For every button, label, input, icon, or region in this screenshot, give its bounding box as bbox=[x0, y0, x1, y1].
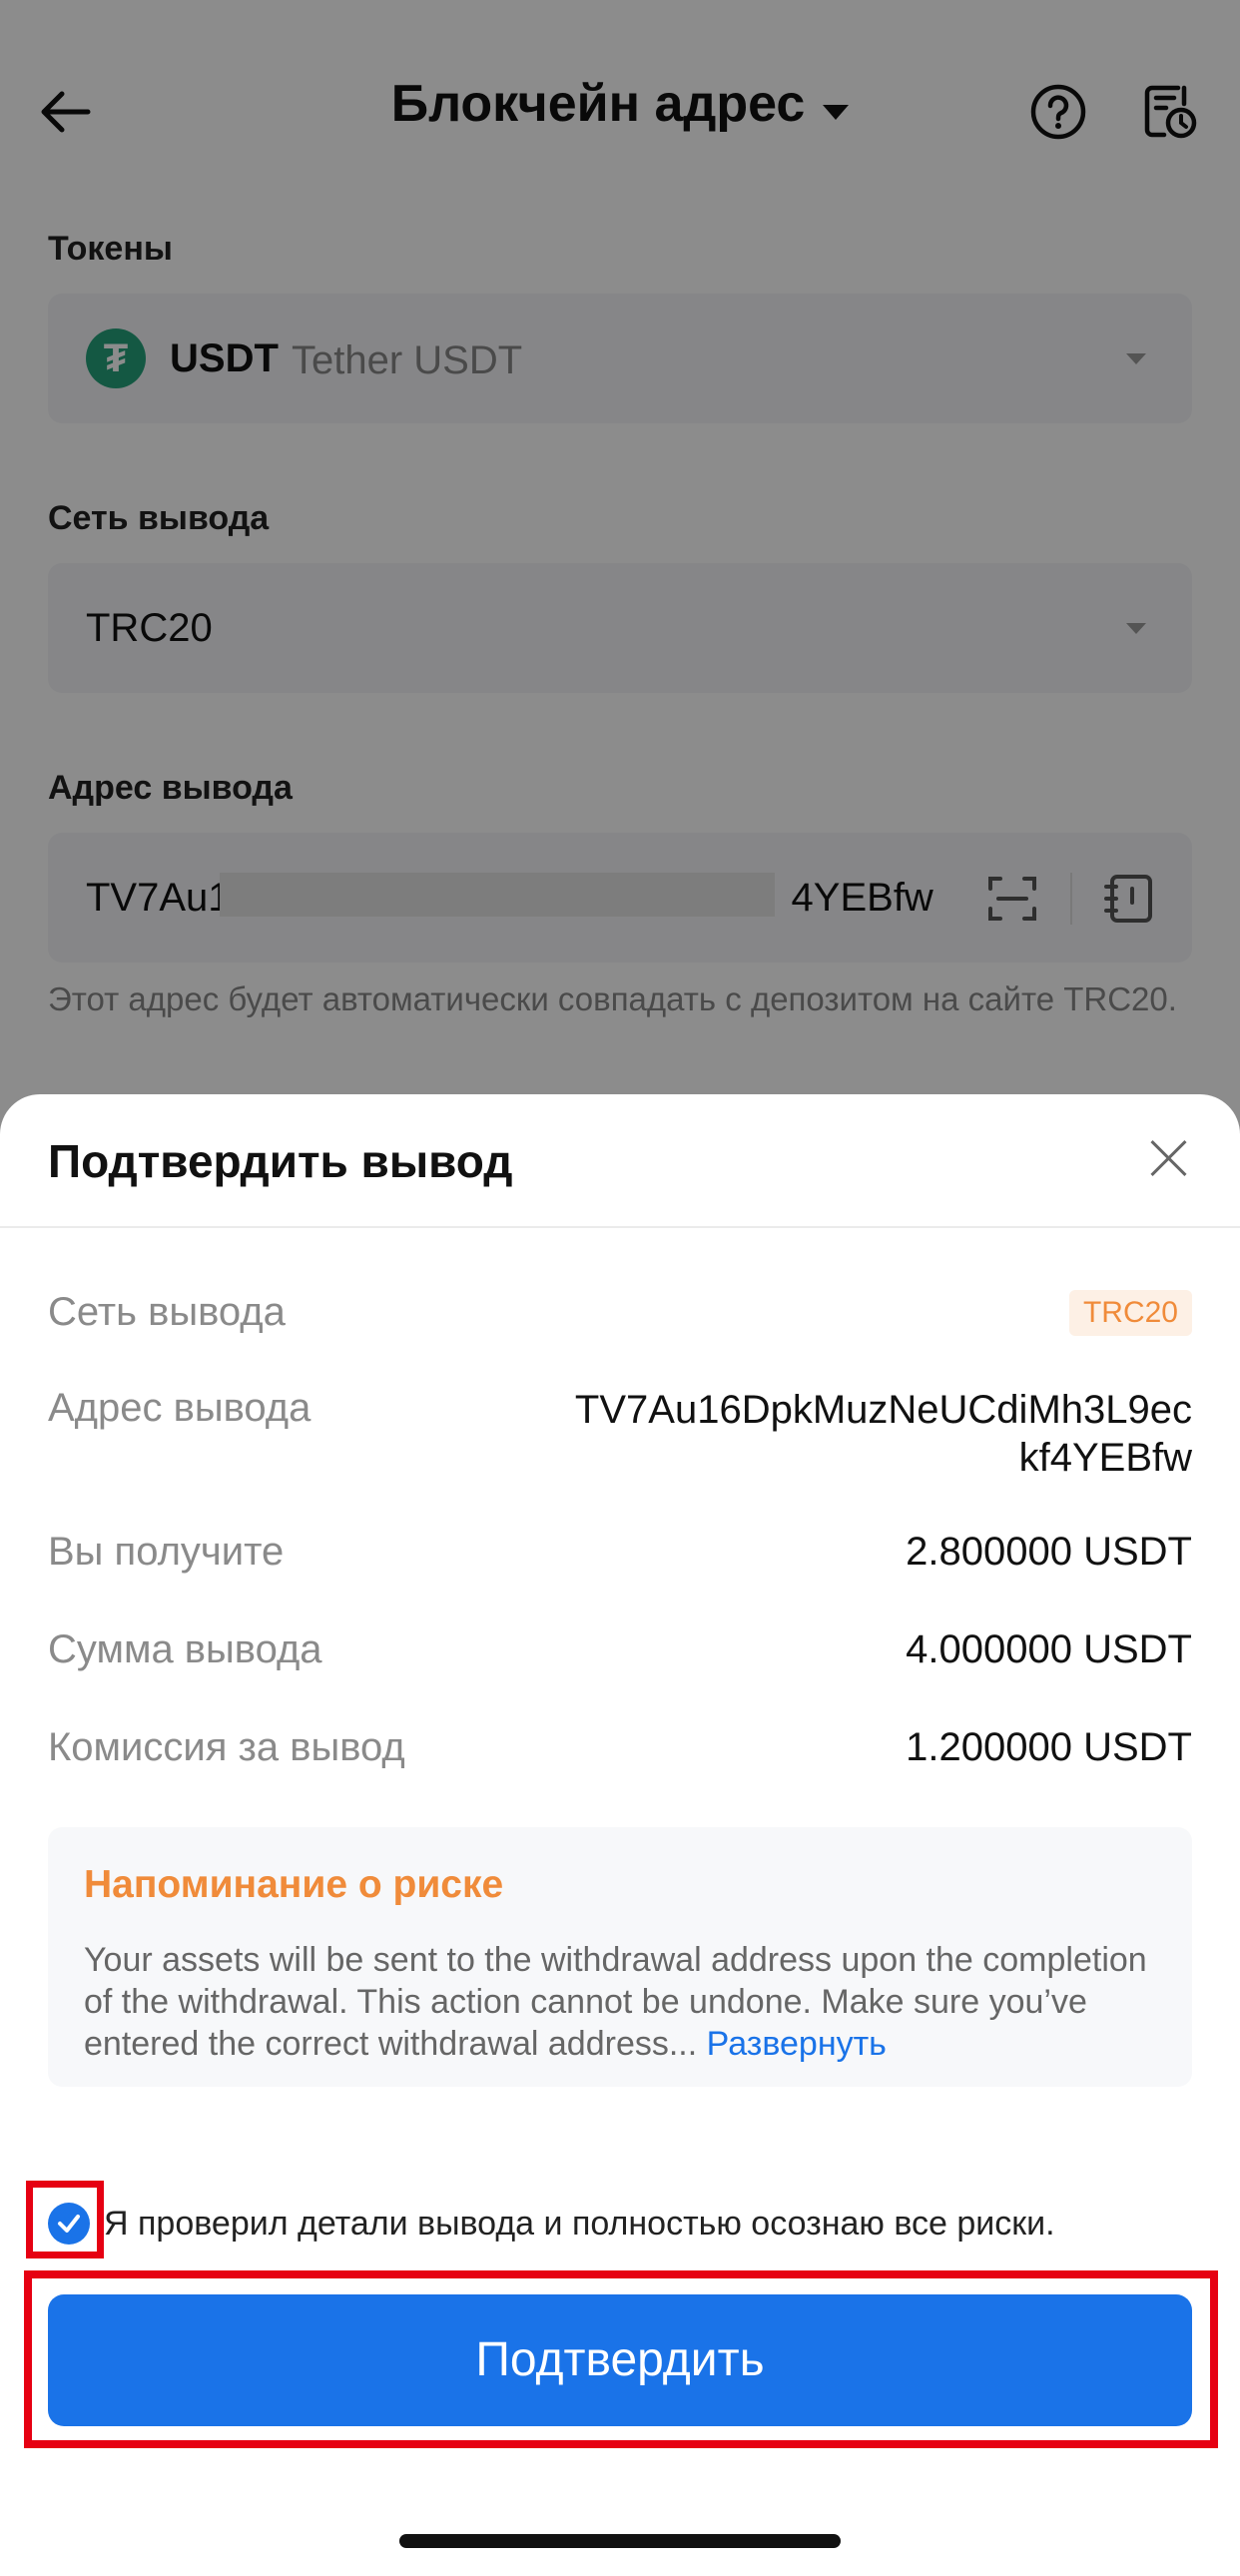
receive-row-value: 2.800000 USDT bbox=[906, 1530, 1192, 1574]
close-icon[interactable] bbox=[1148, 1138, 1188, 1178]
checkmark-icon bbox=[58, 2215, 80, 2233]
network-badge: TRC20 bbox=[1068, 1290, 1192, 1336]
risk-ack-label[interactable]: Я проверил детали вывода и полностью осо… bbox=[104, 2205, 1055, 2244]
risk-reminder-box: Напоминание о риске Your assets will be … bbox=[48, 1827, 1192, 2087]
risk-text: Your assets will be sent to the withdraw… bbox=[84, 1939, 1162, 2065]
home-indicator bbox=[399, 2534, 841, 2548]
amount-row-label: Сумма вывода bbox=[48, 1627, 322, 1671]
fee-row-label: Комиссия за вывод bbox=[48, 1725, 405, 1769]
sheet-title: Подтвердить вывод bbox=[48, 1135, 513, 1187]
address-row-value: TV7Au16DpkMuzNeUCdiMh3L9eckf4YEBfw bbox=[574, 1388, 1192, 1480]
address-row-label: Адрес вывода bbox=[48, 1386, 311, 1430]
risk-ack-checkbox[interactable] bbox=[48, 2203, 90, 2245]
risk-body: Your assets will be sent to the withdraw… bbox=[84, 1941, 1147, 2063]
confirm-button[interactable]: Подтвердить bbox=[48, 2294, 1192, 2426]
confirm-withdrawal-sheet: Подтвердить вывод Сеть вывода TRC20 Адре… bbox=[0, 1094, 1240, 2576]
expand-link[interactable]: Развернуть bbox=[697, 2025, 887, 2063]
divider bbox=[0, 1226, 1240, 1228]
receive-row-label: Вы получите bbox=[48, 1530, 285, 1574]
modal-backdrop[interactable] bbox=[0, 0, 1240, 1138]
network-row-label: Сеть вывода bbox=[48, 1290, 286, 1334]
fee-row-value: 1.200000 USDT bbox=[906, 1725, 1192, 1769]
amount-row-value: 4.000000 USDT bbox=[906, 1627, 1192, 1671]
risk-title: Напоминание о риске bbox=[84, 1863, 504, 1906]
